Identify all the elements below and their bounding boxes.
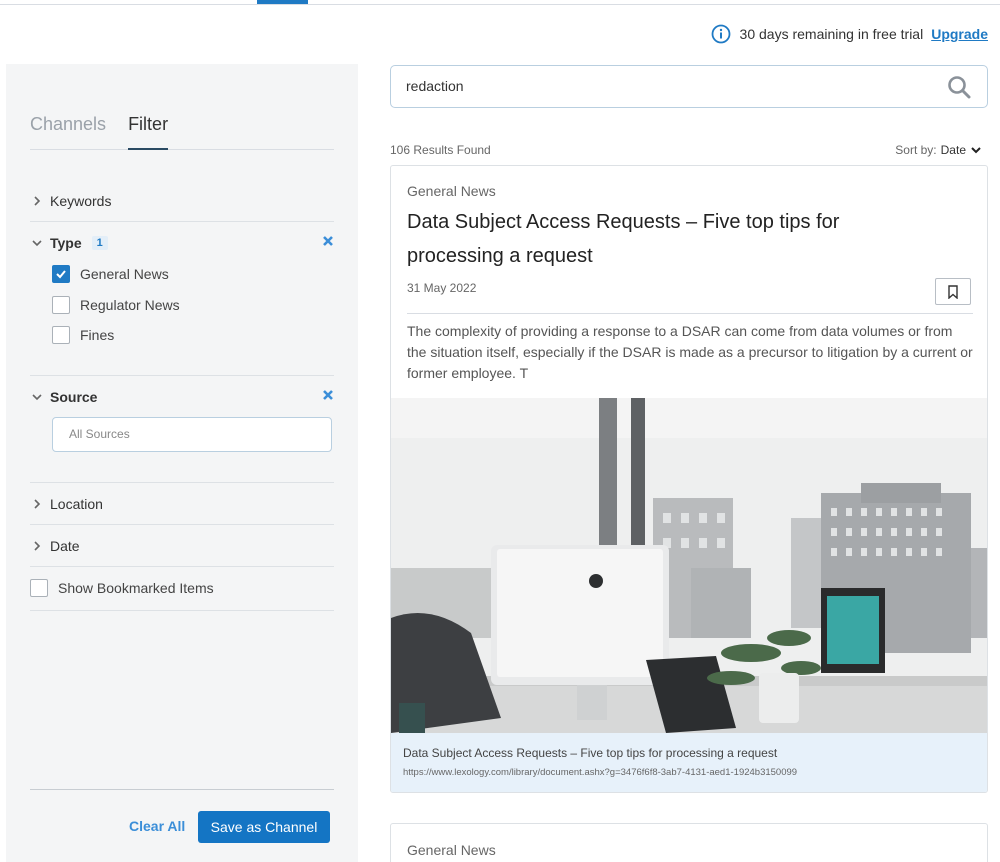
divider: [407, 313, 973, 314]
divider: [30, 221, 334, 222]
source-label: Source: [50, 389, 98, 405]
bookmark-button[interactable]: [935, 278, 971, 305]
trial-message: 30 days remaining in free trial: [739, 26, 924, 42]
result-card[interactable]: General News Data Subject Access Request…: [390, 165, 988, 793]
divider: [30, 789, 334, 790]
top-nav-bar: [0, 0, 1000, 5]
result-category: General News: [407, 842, 496, 858]
checkbox[interactable]: [52, 326, 70, 344]
clear-source-icon[interactable]: [322, 389, 334, 401]
trial-banner: 30 days remaining in free trial Upgrade: [711, 24, 988, 44]
type-option-fines[interactable]: Fines: [52, 326, 114, 344]
divider: [30, 482, 334, 483]
caption-title: Data Subject Access Requests – Five top …: [403, 746, 778, 760]
divider: [30, 524, 334, 525]
location-section: Location: [30, 494, 334, 514]
type-count-badge: 1: [91, 236, 108, 250]
type-label: Type: [50, 235, 82, 251]
chevron-right-icon: [34, 541, 41, 551]
date-label: Date: [50, 538, 80, 554]
active-nav-indicator: [257, 0, 308, 4]
location-label: Location: [50, 496, 103, 512]
bookmark-icon: [948, 284, 958, 299]
sort-value: Date: [940, 143, 966, 157]
type-option-general-news[interactable]: General News: [52, 265, 169, 283]
keywords-header[interactable]: Keywords: [30, 191, 334, 211]
checkbox[interactable]: [52, 296, 70, 314]
result-title[interactable]: Data Subject Access Requests – Five top …: [407, 205, 907, 273]
tab-filter[interactable]: Filter: [128, 110, 169, 150]
search-box: [390, 65, 988, 108]
location-header[interactable]: Location: [30, 494, 334, 514]
caption-url[interactable]: https://www.lexology.com/library/documen…: [403, 767, 977, 778]
source-header[interactable]: Source: [30, 387, 334, 407]
result-category: General News: [407, 183, 496, 199]
option-label: General News: [80, 266, 169, 282]
type-header[interactable]: Type 1: [30, 233, 334, 253]
result-card[interactable]: General News: [390, 823, 988, 862]
option-label: Regulator News: [80, 297, 180, 313]
upgrade-link[interactable]: Upgrade: [931, 26, 988, 42]
sort-dropdown[interactable]: Sort by: Date: [895, 143, 982, 157]
divider: [30, 610, 334, 611]
office-desk-image[interactable]: [391, 398, 988, 733]
checkbox-checked[interactable]: [52, 265, 70, 283]
keywords-label: Keywords: [50, 193, 112, 209]
type-option-regulator-news[interactable]: Regulator News: [52, 296, 180, 314]
date-section: Date: [30, 536, 334, 556]
info-icon: [711, 24, 730, 44]
show-bookmarked-label: Show Bookmarked Items: [58, 580, 214, 596]
results-count: 106 Results Found: [390, 143, 491, 157]
save-as-channel-button[interactable]: Save as Channel: [198, 811, 330, 843]
result-caption[interactable]: Data Subject Access Requests – Five top …: [391, 733, 987, 792]
chevron-down-icon: [32, 240, 42, 247]
clear-all-button[interactable]: Clear All: [129, 818, 185, 834]
show-bookmarked-toggle[interactable]: Show Bookmarked Items: [30, 579, 214, 597]
sidebar-tabs: Channels Filter: [30, 110, 334, 150]
result-date: 31 May 2022: [407, 281, 477, 295]
search-icon[interactable]: [947, 75, 971, 99]
tab-channels[interactable]: Channels: [30, 110, 106, 150]
clear-type-icon[interactable]: [322, 235, 334, 247]
chevron-down-icon: [32, 394, 42, 401]
date-header[interactable]: Date: [30, 536, 334, 556]
filter-sidebar: Channels Filter Keywords Type 1 General …: [6, 64, 358, 862]
source-section: Source: [30, 387, 334, 407]
divider: [30, 566, 334, 567]
option-label: Fines: [80, 327, 115, 343]
divider: [30, 375, 334, 376]
chevron-down-icon: [971, 147, 981, 154]
checkbox[interactable]: [30, 579, 48, 597]
keywords-section: Keywords: [30, 191, 334, 211]
chevron-right-icon: [34, 196, 41, 206]
sources-select[interactable]: All Sources: [52, 417, 332, 452]
chevron-right-icon: [34, 499, 41, 509]
check-icon: [56, 270, 66, 279]
sort-label: Sort by:: [895, 143, 937, 157]
type-section: Type 1: [30, 233, 334, 253]
search-input[interactable]: [406, 78, 926, 94]
result-summary: The complexity of providing a response t…: [407, 323, 973, 381]
